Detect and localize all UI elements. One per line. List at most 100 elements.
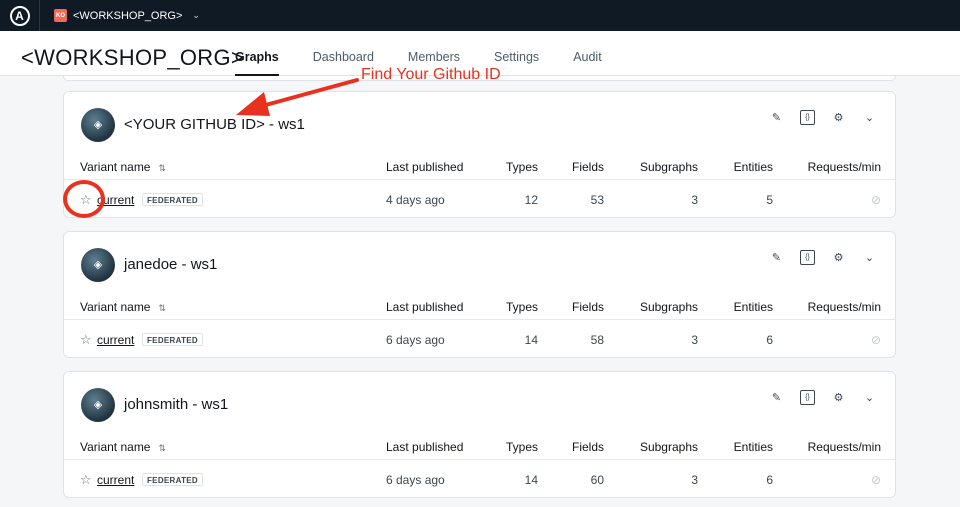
code-icon[interactable]: {} (800, 110, 815, 125)
header-requests: Requests/min (807, 300, 881, 314)
requests-value: ⊘ (784, 180, 881, 220)
annotation-circle (63, 180, 105, 218)
fields-value: 53 (590, 193, 604, 207)
header-variant[interactable]: Variant name ⇅ (80, 158, 166, 177)
card-actions: ✎ {} ⚙ ⌄ (769, 390, 877, 405)
table-row: ☆ current FEDERATED 6 days ago 14 58 3 6… (64, 320, 895, 359)
federated-badge: FEDERATED (142, 473, 203, 486)
header-last-published: Last published (386, 440, 464, 454)
edit-icon[interactable]: ✎ (769, 250, 784, 265)
chevron-down-icon[interactable]: ⌄ (862, 250, 877, 265)
chevron-down-icon[interactable]: ⌄ (862, 110, 877, 125)
table-row: ☆ current FEDERATED 4 days ago 12 53 3 5… (64, 180, 895, 219)
org-switcher[interactable]: KO <WORKSHOP_ORG> ⌄ (54, 9, 200, 22)
variant-link[interactable]: current (97, 320, 134, 360)
apollo-logo-icon: A (9, 5, 30, 26)
tab-audit[interactable]: Audit (560, 31, 615, 76)
header-requests: Requests/min (807, 160, 881, 174)
graph-title[interactable]: <YOUR GITHUB ID> - ws1 (124, 116, 305, 133)
edit-icon[interactable]: ✎ (769, 110, 784, 125)
graph-logo-icon: ◈ (93, 119, 103, 131)
header-subgraphs: Subgraphs (639, 300, 698, 314)
graph-avatar[interactable]: ◈ (81, 248, 115, 282)
card-actions: ✎ {} ⚙ ⌄ (769, 110, 877, 125)
header-requests: Requests/min (807, 440, 881, 454)
edit-icon[interactable]: ✎ (769, 390, 784, 405)
card-actions: ✎ {} ⚙ ⌄ (769, 250, 877, 265)
table-header: Variant name ⇅ Last published Types Field… (64, 438, 895, 460)
last-published-value: 6 days ago (386, 473, 445, 487)
star-icon[interactable]: ☆ (80, 460, 92, 500)
subgraphs-value: 3 (691, 333, 698, 347)
graph-card: ◈ <YOUR GITHUB ID> - ws1 ✎ {} ⚙ ⌄ Varian… (63, 91, 896, 218)
fields-value: 60 (590, 473, 604, 487)
star-icon[interactable]: ☆ (80, 320, 92, 360)
variant-link[interactable]: current (97, 460, 134, 500)
entities-value: 5 (766, 193, 773, 207)
header-fields: Fields (571, 440, 604, 454)
requests-value: ⊘ (784, 320, 881, 360)
header-fields: Fields (571, 160, 604, 174)
graph-title[interactable]: johnsmith - ws1 (124, 396, 228, 413)
header-variant[interactable]: Variant name ⇅ (80, 438, 166, 457)
apollo-logo[interactable]: A (0, 0, 40, 31)
last-published-value: 4 days ago (386, 193, 445, 207)
disabled-icon: ⊘ (870, 333, 881, 347)
subgraphs-value: 3 (691, 473, 698, 487)
sort-icon[interactable]: ⇅ (158, 443, 166, 453)
types-value: 14 (524, 333, 538, 347)
gear-icon[interactable]: ⚙ (831, 250, 846, 265)
gear-icon[interactable]: ⚙ (831, 390, 846, 405)
header-types: Types (505, 440, 538, 454)
subgraphs-value: 3 (691, 193, 698, 207)
chevron-down-icon[interactable]: ⌄ (862, 390, 877, 405)
code-icon[interactable]: {} (800, 390, 815, 405)
graph-logo-icon: ◈ (93, 399, 103, 411)
table-row: ☆ current FEDERATED 6 days ago 14 60 3 6… (64, 460, 895, 499)
header-entities: Entities (733, 440, 773, 454)
table-header: Variant name ⇅ Last published Types Field… (64, 158, 895, 180)
org-switcher-label: <WORKSHOP_ORG> (73, 9, 183, 22)
header-variant[interactable]: Variant name ⇅ (80, 298, 166, 317)
header-subgraphs: Subgraphs (639, 160, 698, 174)
header-subgraphs: Subgraphs (639, 440, 698, 454)
header-last-published: Last published (386, 160, 464, 174)
header-entities: Entities (733, 160, 773, 174)
annotation-label: Find Your Github ID (361, 66, 501, 83)
table-header: Variant name ⇅ Last published Types Field… (64, 298, 895, 320)
org-badge: KO (54, 9, 67, 22)
header-types: Types (505, 160, 538, 174)
header-last-published: Last published (386, 300, 464, 314)
entities-value: 6 (766, 473, 773, 487)
graph-avatar[interactable]: ◈ (81, 108, 115, 142)
header-entities: Entities (733, 300, 773, 314)
page-title: <WORKSHOP_ORG> (21, 45, 245, 70)
last-published-value: 6 days ago (386, 333, 445, 347)
header-variant-label: Variant name (80, 440, 151, 454)
federated-badge: FEDERATED (142, 333, 203, 346)
tab-graphs[interactable]: Graphs (222, 31, 292, 76)
top-bar: A KO <WORKSHOP_ORG> ⌄ (0, 0, 960, 31)
header-variant-label: Variant name (80, 160, 151, 174)
graph-logo-icon: ◈ (93, 259, 103, 271)
chevron-down-icon: ⌄ (192, 10, 200, 20)
disabled-icon: ⊘ (870, 193, 881, 207)
sort-icon[interactable]: ⇅ (158, 303, 166, 313)
requests-value: ⊘ (784, 460, 881, 500)
types-value: 14 (524, 473, 538, 487)
disabled-icon: ⊘ (870, 473, 881, 487)
fields-value: 58 (590, 333, 604, 347)
graph-title[interactable]: janedoe - ws1 (124, 256, 217, 273)
header-types: Types (505, 300, 538, 314)
code-icon[interactable]: {} (800, 250, 815, 265)
entities-value: 6 (766, 333, 773, 347)
types-value: 12 (524, 193, 538, 207)
sort-icon[interactable]: ⇅ (158, 163, 166, 173)
gear-icon[interactable]: ⚙ (831, 110, 846, 125)
header-fields: Fields (571, 300, 604, 314)
federated-badge: FEDERATED (142, 193, 203, 206)
header-variant-label: Variant name (80, 300, 151, 314)
graph-card: ◈ janedoe - ws1 ✎ {} ⚙ ⌄ Variant name ⇅ L… (63, 231, 896, 358)
graph-avatar[interactable]: ◈ (81, 388, 115, 422)
graph-card: ◈ johnsmith - ws1 ✎ {} ⚙ ⌄ Variant name ⇅… (63, 371, 896, 498)
